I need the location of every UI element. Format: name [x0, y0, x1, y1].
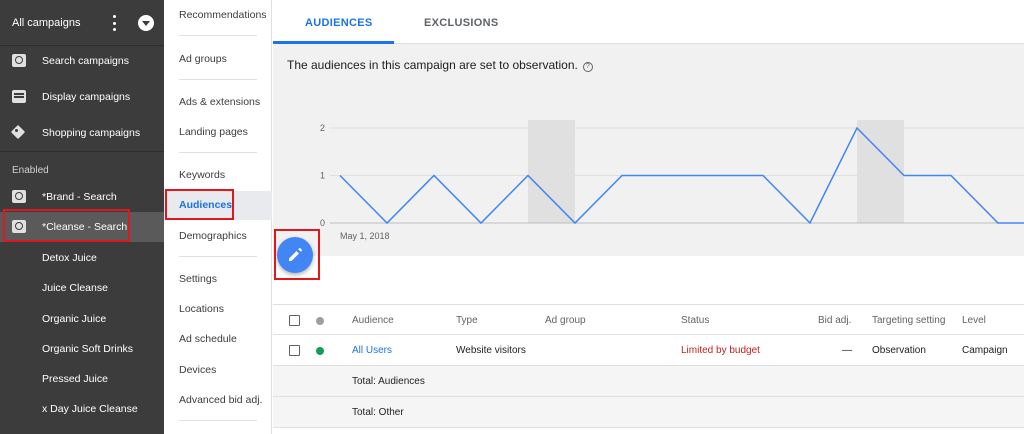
- nav-item-recommendations[interactable]: Recommendations: [179, 9, 267, 21]
- col-status[interactable]: Status: [681, 315, 709, 326]
- nav-divider: [179, 152, 257, 153]
- adgroup-label: x Day Juice Cleanse: [42, 403, 138, 415]
- sidebar-item-label: Search campaigns: [42, 55, 129, 67]
- observation-info: The audiences in this campaign are set t…: [287, 58, 593, 72]
- nav-item-demographics[interactable]: Demographics: [179, 230, 247, 242]
- col-targeting-setting[interactable]: Targeting setting: [872, 315, 945, 326]
- display-icon: [12, 90, 26, 103]
- tab-audiences[interactable]: AUDIENCES: [305, 17, 373, 29]
- main-content: AUDIENCES EXCLUSIONS The audiences in th…: [273, 0, 1024, 434]
- nav-item-ads-extensions[interactable]: Ads & extensions: [179, 96, 260, 108]
- level-value: Campaign: [962, 345, 1008, 356]
- all-campaigns-title: All campaigns: [12, 16, 81, 29]
- row-checkbox[interactable]: [289, 345, 300, 356]
- help-icon[interactable]: ?: [582, 62, 593, 72]
- all-campaigns-header[interactable]: All campaigns: [0, 0, 164, 46]
- targeting-value: Observation: [872, 345, 926, 356]
- search-icon: [12, 220, 26, 233]
- nav-divider: [179, 420, 257, 421]
- total-audiences-label: Total: Audiences: [352, 376, 425, 387]
- observation-info-text: The audiences in this campaign are set t…: [287, 58, 578, 72]
- nav-item-locations[interactable]: Locations: [179, 303, 224, 315]
- sidebar-adgroup[interactable]: Pressed Juice: [0, 364, 164, 394]
- sidebar-adgroup[interactable]: Detox Juice: [0, 243, 164, 273]
- chart-y-tick-label: 0: [320, 218, 325, 228]
- nav-divider: [179, 79, 257, 80]
- total-row: Total: Audiences: [273, 366, 1024, 397]
- sidebar-campaign-brand-search[interactable]: *Brand - Search: [0, 182, 164, 212]
- chart-x-tick-label: May 1, 2018: [340, 231, 390, 241]
- search-icon: [12, 54, 26, 67]
- sidebar-adgroup[interactable]: Organic Juice: [0, 304, 164, 334]
- nav-item-landing-pages[interactable]: Landing pages: [179, 126, 248, 138]
- col-level[interactable]: Level: [962, 315, 986, 326]
- campaign-label: *Cleanse - Search: [42, 221, 128, 233]
- adgroup-label: Detox Juice: [42, 252, 97, 264]
- sidebar-item-label: Shopping campaigns: [42, 127, 141, 139]
- audiences-table: Audience Type Ad group Status Bid adj. T…: [273, 304, 1024, 428]
- sidebar-adgroup[interactable]: Organic Soft Drinks: [0, 334, 164, 364]
- dropdown-arrow-icon[interactable]: [138, 15, 154, 31]
- pencil-icon: [289, 247, 303, 261]
- nav-item-settings[interactable]: Settings: [179, 273, 217, 285]
- page-menu: Recommendations Ad groups Ads & extensio…: [164, 0, 272, 434]
- total-row: Total: Other: [273, 397, 1024, 428]
- col-audience[interactable]: Audience: [352, 315, 394, 326]
- nav-divider: [179, 256, 257, 257]
- total-other-label: Total: Other: [352, 407, 404, 418]
- adgroup-label: Juice Cleanse: [42, 282, 108, 294]
- tag-icon: [12, 126, 26, 139]
- col-bid-adj[interactable]: Bid adj.: [818, 315, 851, 326]
- nav-item-keywords[interactable]: Keywords: [179, 169, 225, 181]
- status-text: Limited by budget: [681, 345, 760, 356]
- sidebar-adgroup[interactable]: x Day Juice Cleanse: [0, 394, 164, 424]
- status-header-dot: [316, 317, 324, 325]
- sidebar-adgroup[interactable]: Juice Cleanse: [0, 273, 164, 303]
- sidebar-item-search-campaigns[interactable]: Search campaigns: [0, 46, 164, 76]
- audience-type: Website visitors: [456, 345, 526, 356]
- chart-y-tick-label: 2: [320, 123, 325, 133]
- adgroup-label: Pressed Juice: [42, 373, 108, 385]
- performance-chart: 2 1 0 May 1, 2018: [320, 120, 1024, 241]
- search-icon: [12, 190, 26, 203]
- sidebar-item-shopping-campaigns[interactable]: Shopping campaigns: [0, 118, 164, 148]
- audience-link[interactable]: All Users: [352, 345, 392, 356]
- sidebar-item-label: Display campaigns: [42, 91, 131, 103]
- nav-divider: [179, 35, 257, 36]
- adgroup-label: Organic Soft Drinks: [42, 343, 134, 355]
- adgroup-label: Organic Juice: [42, 313, 107, 325]
- nav-item-advanced-bid-adj[interactable]: Advanced bid adj.: [179, 394, 262, 406]
- table-header-row: Audience Type Ad group Status Bid adj. T…: [273, 304, 1024, 335]
- campaign-label: *Brand - Search: [42, 191, 117, 203]
- enabled-section-label: Enabled: [12, 165, 49, 176]
- more-vert-icon[interactable]: [111, 15, 117, 31]
- col-type[interactable]: Type: [456, 315, 478, 326]
- tab-bar: AUDIENCES EXCLUSIONS: [273, 0, 1024, 44]
- table-row: All Users Website visitors Limited by bu…: [273, 335, 1024, 366]
- sidebar-campaign-cleanse-search[interactable]: *Cleanse - Search: [0, 212, 164, 242]
- nav-item-ad-groups[interactable]: Ad groups: [179, 53, 227, 65]
- nav-item-ad-schedule[interactable]: Ad schedule: [179, 333, 237, 345]
- chart-y-tick-label: 1: [320, 171, 325, 181]
- edit-fab-button[interactable]: [277, 237, 313, 273]
- col-ad-group[interactable]: Ad group: [545, 315, 586, 326]
- status-dot-enabled: [316, 347, 324, 355]
- nav-item-audiences[interactable]: Audiences: [179, 199, 232, 211]
- bid-adj-value[interactable]: —: [842, 345, 852, 356]
- campaign-sidebar: All campaigns Search campaigns Display c…: [0, 0, 164, 434]
- nav-item-devices[interactable]: Devices: [179, 364, 216, 376]
- select-all-checkbox[interactable]: [289, 315, 300, 326]
- chart-shaded-band: [528, 120, 575, 223]
- tab-exclusions[interactable]: EXCLUSIONS: [424, 17, 499, 29]
- sidebar-item-display-campaigns[interactable]: Display campaigns: [0, 82, 164, 112]
- sidebar-divider: [0, 151, 164, 152]
